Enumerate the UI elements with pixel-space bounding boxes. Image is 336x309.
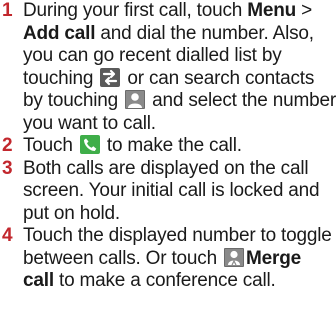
instruction-steps: 1 During your first call, touch Menu > A… <box>0 0 336 293</box>
recent-calls-icon <box>100 67 121 87</box>
step-2: 2 Touch to make the call. <box>2 135 242 156</box>
step-number: 3 <box>2 157 13 179</box>
step-number: 1 <box>2 0 13 21</box>
step-4: 4 Touch the displayed number to toggle b… <box>2 225 332 291</box>
step-number: 4 <box>2 225 13 246</box>
step-3: 3 Both calls are displayed on the call s… <box>2 157 320 224</box>
step-number: 2 <box>2 135 13 156</box>
step-1: 1 During your first call, touch Menu > A… <box>2 0 336 134</box>
call-icon <box>79 135 100 154</box>
contacts-icon <box>125 90 146 109</box>
menu-label: Menu <box>247 0 297 21</box>
merge-call-icon <box>224 247 245 267</box>
add-call-label: Add call <box>23 22 96 44</box>
